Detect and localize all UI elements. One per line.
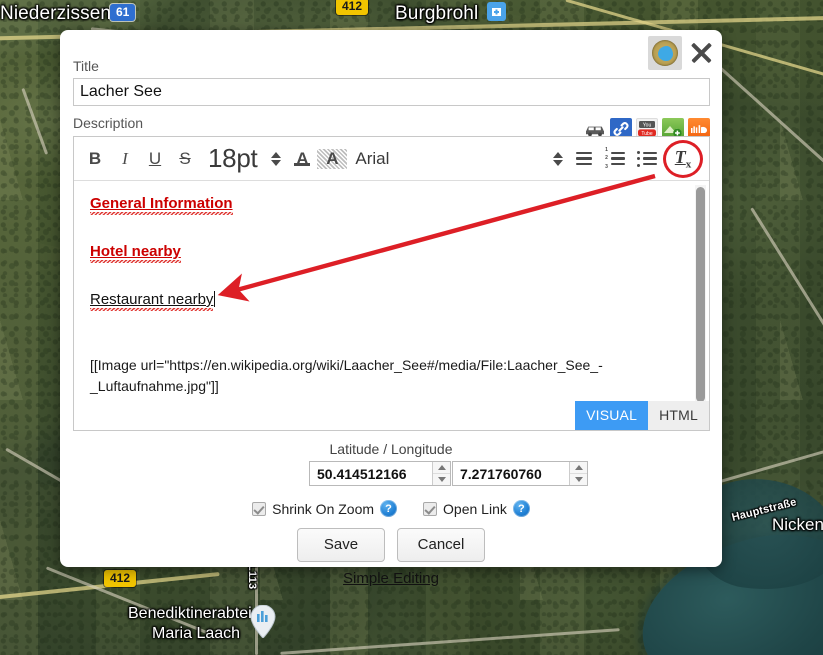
align-icon[interactable] bbox=[569, 151, 599, 166]
text-caret bbox=[214, 291, 216, 307]
description-label: Description bbox=[73, 115, 144, 131]
latitude-step-down[interactable] bbox=[433, 474, 450, 486]
map-shield-a61[interactable]: 61 bbox=[110, 4, 136, 21]
italic-button[interactable]: I bbox=[110, 149, 140, 169]
content-line-image-markup[interactable]: [[Image url="https://en.wikipedia.org/wi… bbox=[90, 355, 650, 397]
hospital-square-icon[interactable] bbox=[487, 2, 506, 21]
title-input[interactable] bbox=[73, 78, 710, 106]
longitude-step-down[interactable] bbox=[570, 474, 587, 486]
editor-scrollbar-thumb[interactable] bbox=[696, 187, 705, 402]
open-link-checkbox[interactable] bbox=[423, 501, 438, 516]
longitude-value[interactable]: 7.271760760 bbox=[453, 462, 569, 485]
longitude-step-up[interactable] bbox=[570, 462, 587, 474]
font-family-value[interactable]: Arial bbox=[347, 149, 397, 169]
map-label-nicken: Nicken bbox=[772, 515, 823, 534]
save-button[interactable]: Save bbox=[297, 528, 385, 562]
shrink-on-zoom-option[interactable]: Shrink On Zoom ? bbox=[252, 500, 398, 517]
latitude-field[interactable]: 50.414512166 bbox=[309, 461, 451, 486]
underline-button[interactable]: U bbox=[140, 149, 170, 169]
latitude-value[interactable]: 50.414512166 bbox=[310, 462, 432, 485]
editor-scrollbar[interactable] bbox=[695, 185, 706, 423]
simple-editing-link[interactable]: Simple Editing bbox=[60, 570, 722, 587]
dialog-buttons: Save Cancel bbox=[60, 528, 722, 562]
latitude-stepper[interactable] bbox=[432, 462, 450, 485]
font-size-value[interactable]: 18pt bbox=[200, 143, 265, 174]
tab-html[interactable]: HTML bbox=[648, 401, 709, 430]
tab-visual[interactable]: VISUAL bbox=[575, 401, 649, 430]
shrink-on-zoom-checkbox[interactable] bbox=[252, 501, 267, 516]
open-link-label: Open Link bbox=[443, 500, 507, 517]
svg-text:You: You bbox=[643, 123, 652, 129]
remove-formatting-icon[interactable]: Tx bbox=[663, 139, 703, 178]
help-icon[interactable]: ? bbox=[380, 500, 398, 517]
map-label-burgbrohl: Burgbrohl bbox=[395, 3, 479, 24]
font-spinner-icon[interactable] bbox=[547, 151, 569, 166]
text-color-icon[interactable]: A bbox=[287, 149, 317, 169]
longitude-stepper[interactable] bbox=[569, 462, 587, 485]
content-line-restaurant-nearby[interactable]: Restaurant nearby bbox=[90, 291, 214, 311]
open-link-option[interactable]: Open Link ? bbox=[423, 500, 530, 517]
size-spinner-icon[interactable] bbox=[265, 151, 287, 166]
help-icon[interactable]: ? bbox=[512, 500, 530, 517]
strikethrough-button[interactable]: S bbox=[170, 149, 200, 169]
longitude-field[interactable]: 7.271760760 bbox=[452, 461, 588, 486]
shrink-on-zoom-label: Shrink On Zoom bbox=[272, 500, 375, 517]
options-row: Shrink On Zoom ? Open Link ? bbox=[60, 500, 722, 517]
cancel-button[interactable]: Cancel bbox=[397, 528, 485, 562]
map-label-maria-laach: Maria Laach bbox=[152, 625, 241, 642]
unordered-list-icon[interactable] bbox=[631, 150, 663, 167]
latlng-label: Latitude / Longitude bbox=[329, 441, 453, 457]
place-editor-dialog: Title Description bbox=[60, 30, 722, 587]
bold-button[interactable]: B bbox=[80, 149, 110, 169]
latitude-step-up[interactable] bbox=[433, 462, 450, 474]
content-line-hotel-nearby[interactable]: Hotel nearby bbox=[90, 243, 181, 263]
highlight-color-icon[interactable]: A bbox=[317, 148, 348, 169]
ordered-list-icon[interactable]: 123 bbox=[599, 147, 631, 170]
museum-pin-icon[interactable] bbox=[250, 604, 276, 639]
description-editor: B I U S 18pt A A Arial 123 Tx General In… bbox=[73, 136, 710, 431]
dialog-top-icons bbox=[648, 36, 716, 70]
close-icon[interactable] bbox=[686, 38, 716, 68]
title-label: Title bbox=[73, 58, 99, 74]
content-line-general-information[interactable]: General Information bbox=[90, 195, 233, 215]
formatting-toolbar: B I U S 18pt A A Arial 123 Tx bbox=[74, 137, 709, 181]
editor-mode-tabs: VISUAL HTML bbox=[575, 401, 709, 430]
map-shield-b412-north[interactable]: 412 bbox=[336, 0, 369, 15]
highlight-ring bbox=[663, 139, 703, 178]
map-label-niederzissen: Niederzissen bbox=[0, 3, 112, 24]
editor-content-area[interactable]: General Information Hotel nearby Restaur… bbox=[74, 181, 709, 430]
lake-marker-icon[interactable] bbox=[648, 36, 682, 70]
map-label-benediktinerabtei: Benediktinerabtei bbox=[128, 605, 252, 622]
